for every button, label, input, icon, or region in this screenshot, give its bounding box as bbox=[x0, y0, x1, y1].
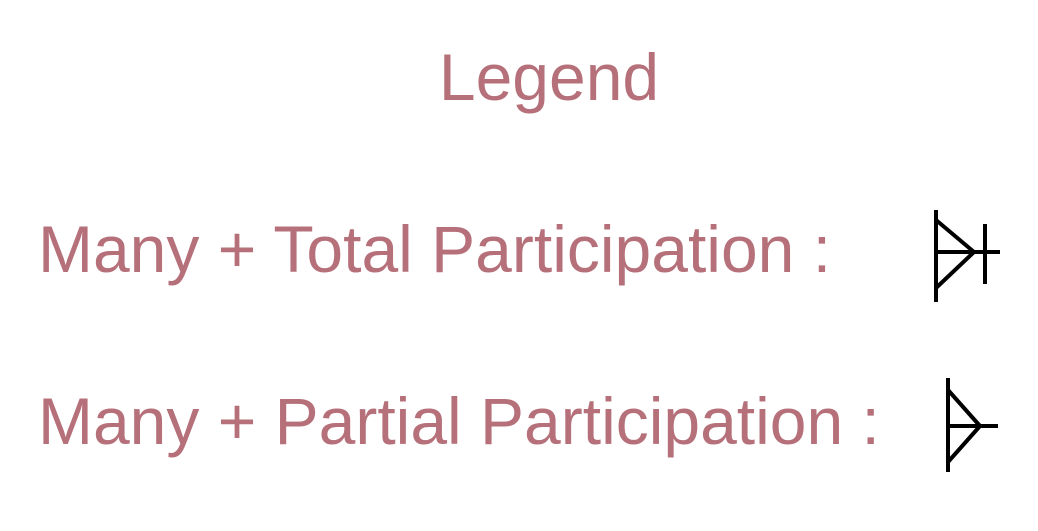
crows-foot-many-partial-icon bbox=[946, 378, 998, 472]
legend-item-label: Many + Partial Participation : bbox=[38, 384, 880, 458]
legend-title: Legend bbox=[438, 40, 660, 114]
crows-foot-many-total-icon bbox=[934, 210, 1000, 302]
legend-item-label: Many + Total Participation : bbox=[38, 212, 832, 286]
